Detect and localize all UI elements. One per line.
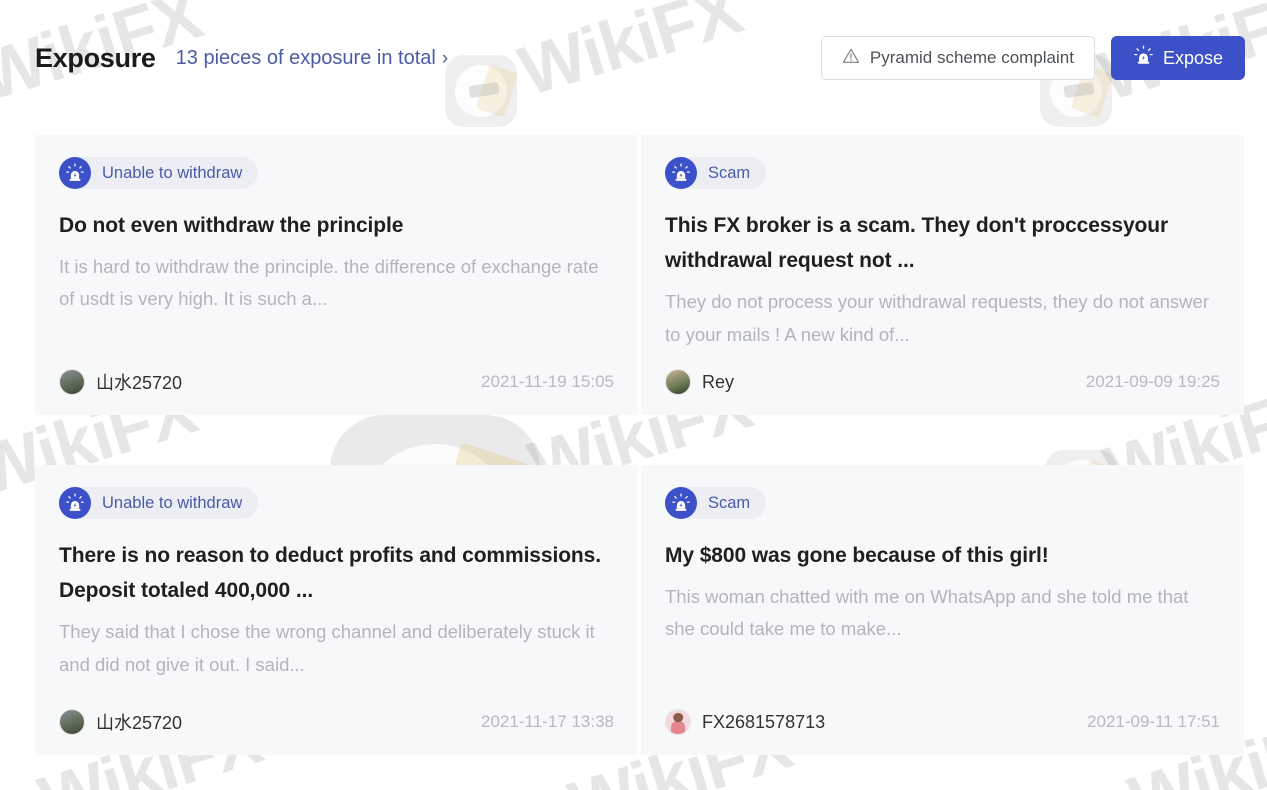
exposure-card[interactable]: Unable to withdraw Do not even withdraw …	[35, 135, 638, 415]
exposure-description: They do not process your withdrawal requ…	[665, 291, 1209, 345]
exposure-card-footer: 山水25720 2021-11-17 13:38	[59, 693, 614, 755]
exposure-total-label: 13 pieces of exposure in total	[175, 46, 436, 69]
expose-button-label: Expose	[1162, 47, 1223, 68]
exposure-title: Do not even withdraw the principle	[59, 214, 404, 237]
page-header: Exposure 13 pieces of exposure in total …	[35, 28, 1245, 88]
exposure-author: FX2681578713	[702, 711, 826, 732]
status-badge-label: Scam	[708, 493, 751, 512]
avatar	[665, 369, 691, 395]
siren-alarm-icon	[59, 487, 91, 519]
avatar	[59, 709, 85, 735]
exposure-title: My $800 was gone because of this girl!	[665, 544, 1049, 567]
exposure-card[interactable]: Scam This FX broker is a scam. They don'…	[641, 135, 1244, 415]
exposure-description: It is hard to withdraw the principle. th…	[59, 256, 599, 310]
exposure-card-footer: FX2681578713 2021-09-11 17:51	[665, 693, 1220, 755]
chevron-right-icon: ›	[441, 47, 449, 69]
exposure-title: There is no reason to deduct profits and…	[59, 544, 601, 603]
avatar	[59, 369, 85, 395]
siren-alarm-icon	[1133, 45, 1154, 71]
expose-button[interactable]: Expose	[1110, 36, 1245, 80]
exposure-author: 山水25720	[96, 373, 183, 393]
status-badge-label: Unable to withdraw	[102, 163, 243, 182]
exposure-title: This FX broker is a scam. They don't pro…	[665, 214, 1169, 273]
exposure-author: 山水25720	[96, 713, 183, 733]
header-actions: Pyramid scheme complaint Expose	[820, 36, 1245, 80]
status-badge: Scam	[665, 157, 767, 189]
exposure-page: WikiFX WikiFX WikiFX WikiFX WikiFX WikiF…	[0, 0, 1267, 790]
warning-triangle-icon	[842, 47, 860, 70]
exposure-description: This woman chatted with me on WhatsApp a…	[665, 586, 1189, 640]
siren-alarm-icon	[59, 157, 91, 189]
exposure-card-footer: Rey 2021-09-09 19:25	[665, 353, 1220, 415]
exposure-card[interactable]: Scam My $800 was gone because of this gi…	[641, 465, 1244, 755]
exposure-card-grid: Unable to withdraw Do not even withdraw …	[35, 135, 1244, 755]
siren-alarm-icon	[665, 157, 697, 189]
status-badge: Unable to withdraw	[59, 487, 259, 519]
exposure-total-link[interactable]: 13 pieces of exposure in total ›	[176, 47, 449, 70]
page-title: Exposure	[35, 42, 156, 73]
exposure-card-footer: 山水25720 2021-11-19 15:05	[59, 353, 614, 415]
status-badge: Scam	[665, 487, 767, 519]
avatar	[665, 709, 691, 735]
exposure-description: They said that I chose the wrong channel…	[59, 621, 595, 675]
exposure-author: Rey	[702, 371, 735, 392]
pyramid-scheme-complaint-button[interactable]: Pyramid scheme complaint	[820, 36, 1095, 80]
exposure-timestamp: 2021-09-11 17:51	[1087, 712, 1220, 731]
status-badge-label: Unable to withdraw	[102, 493, 243, 512]
exposure-timestamp: 2021-11-19 15:05	[481, 372, 614, 391]
exposure-card[interactable]: Unable to withdraw There is no reason to…	[35, 465, 638, 755]
pyramid-scheme-complaint-label: Pyramid scheme complaint	[869, 48, 1074, 67]
exposure-timestamp: 2021-09-09 19:25	[1085, 372, 1220, 391]
status-badge-label: Scam	[708, 163, 751, 182]
siren-alarm-icon	[665, 487, 697, 519]
status-badge: Unable to withdraw	[59, 157, 259, 189]
exposure-timestamp: 2021-11-17 13:38	[481, 712, 614, 731]
